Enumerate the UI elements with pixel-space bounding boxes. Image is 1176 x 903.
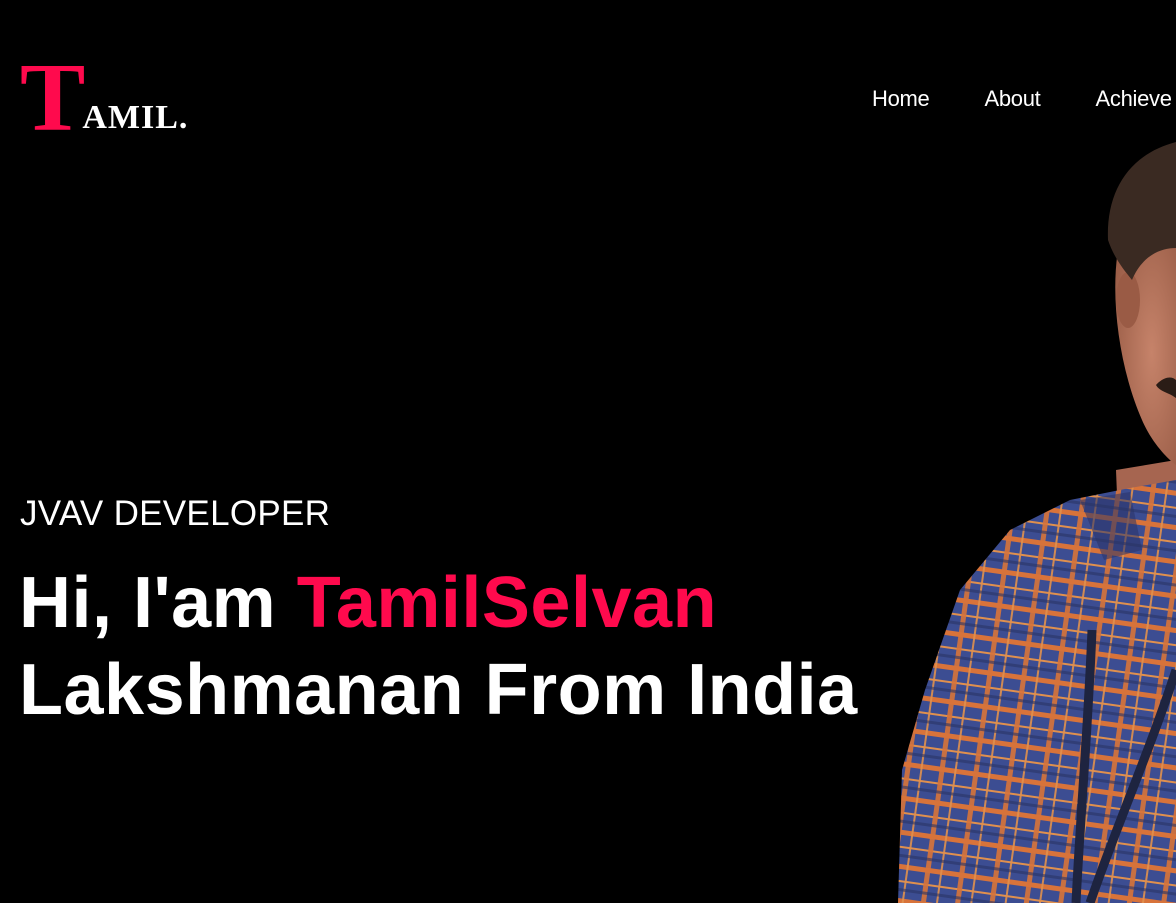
hero-line-two: Lakshmanan From India [19, 650, 858, 730]
hero-name-highlight: TamilSelvan [296, 563, 718, 643]
nav-home-link[interactable]: Home [872, 86, 930, 112]
hero-heading: Hi, I'am TamilSelvan Lakshmanan From Ind… [19, 560, 858, 734]
main-nav: Home About Achieve [872, 86, 1172, 112]
hero-role: JVAV DEVELOPER [20, 494, 331, 533]
logo-text: AMIL. [82, 99, 189, 136]
nav-about-link[interactable]: About [985, 86, 1041, 112]
logo-initial: T [20, 44, 86, 152]
site-logo[interactable]: T AMIL. [20, 44, 189, 152]
nav-achievements-link[interactable]: Achieve [1096, 86, 1172, 112]
profile-photo [880, 130, 1176, 903]
hero-greeting: Hi, I'am [19, 563, 297, 643]
